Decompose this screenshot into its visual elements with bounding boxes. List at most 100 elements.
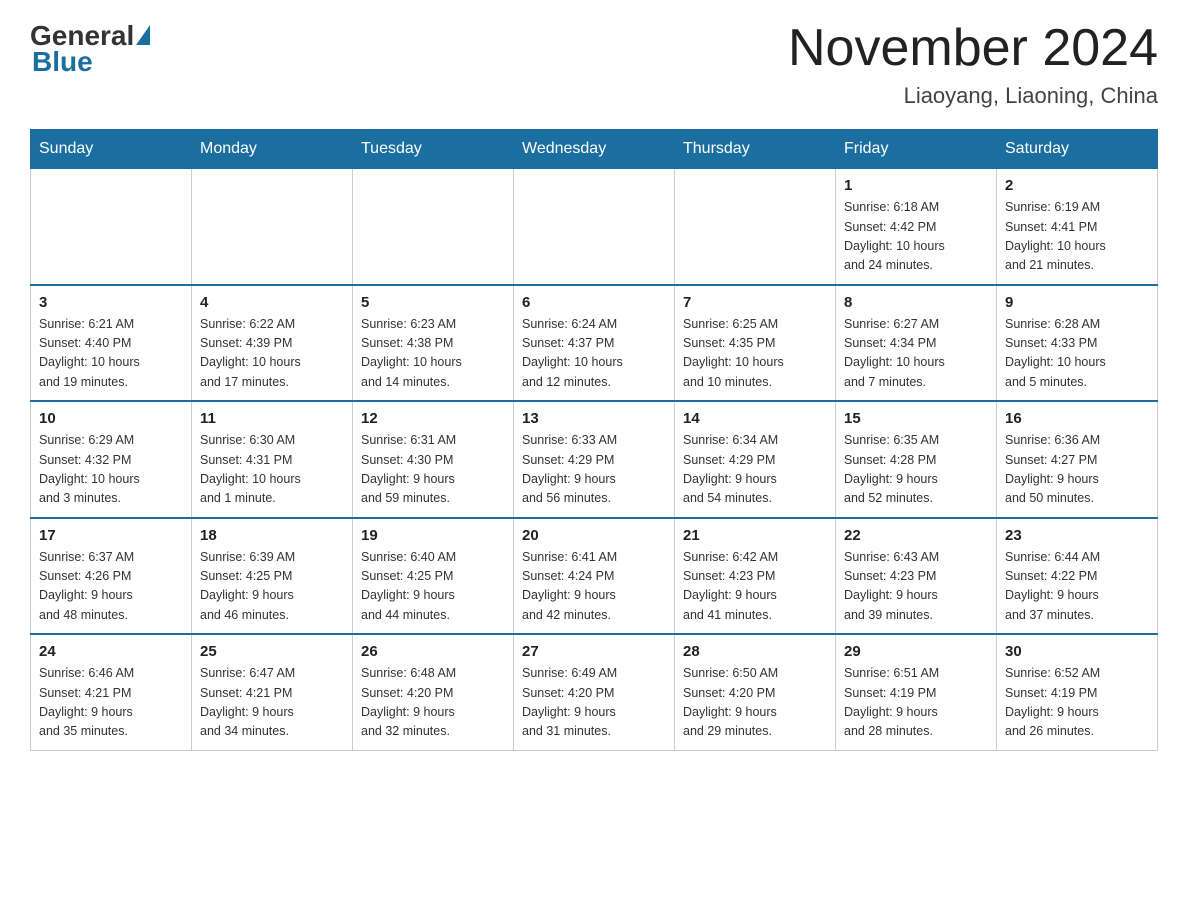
day-number: 13 bbox=[522, 410, 666, 427]
day-number: 20 bbox=[522, 527, 666, 544]
page-header: General Blue November 2024 Liaoyang, Lia… bbox=[30, 20, 1158, 109]
calendar-week-row: 1 Sunrise: 6:18 AMSunset: 4:42 PMDaylight… bbox=[31, 169, 1158, 285]
calendar-cell: 9 Sunrise: 6:28 AMSunset: 4:33 PMDaylight… bbox=[997, 285, 1158, 402]
calendar-cell: 5 Sunrise: 6:23 AMSunset: 4:38 PMDaylight… bbox=[353, 285, 514, 402]
day-info: Sunrise: 6:40 AMSunset: 4:25 PMDaylight:… bbox=[361, 548, 505, 626]
calendar-cell: 2 Sunrise: 6:19 AMSunset: 4:41 PMDaylight… bbox=[997, 169, 1158, 285]
day-info: Sunrise: 6:52 AMSunset: 4:19 PMDaylight:… bbox=[1005, 664, 1149, 742]
calendar-cell: 15 Sunrise: 6:35 AMSunset: 4:28 PMDayligh… bbox=[836, 401, 997, 518]
day-info: Sunrise: 6:30 AMSunset: 4:31 PMDaylight:… bbox=[200, 431, 344, 509]
calendar-cell: 1 Sunrise: 6:18 AMSunset: 4:42 PMDaylight… bbox=[836, 169, 997, 285]
day-info: Sunrise: 6:21 AMSunset: 4:40 PMDaylight:… bbox=[39, 315, 183, 393]
calendar-cell: 16Sunrise: 6:36 AMSunset: 4:27 PMDayligh… bbox=[997, 401, 1158, 518]
calendar-cell bbox=[31, 169, 192, 285]
day-number: 17 bbox=[39, 527, 183, 544]
calendar-cell: 30 Sunrise: 6:52 AMSunset: 4:19 PMDayligh… bbox=[997, 634, 1158, 750]
calendar-cell: 20 Sunrise: 6:41 AMSunset: 4:24 PMDayligh… bbox=[514, 518, 675, 635]
day-info: Sunrise: 6:19 AMSunset: 4:41 PMDaylight:… bbox=[1005, 198, 1149, 276]
day-info: Sunrise: 6:48 AMSunset: 4:20 PMDaylight:… bbox=[361, 664, 505, 742]
day-number: 30 bbox=[1005, 643, 1149, 660]
day-info: Sunrise: 6:51 AMSunset: 4:19 PMDaylight:… bbox=[844, 664, 988, 742]
calendar-cell: 13 Sunrise: 6:33 AMSunset: 4:29 PMDayligh… bbox=[514, 401, 675, 518]
calendar-cell: 21 Sunrise: 6:42 AMSunset: 4:23 PMDayligh… bbox=[675, 518, 836, 635]
calendar-week-row: 24Sunrise: 6:46 AMSunset: 4:21 PMDayligh… bbox=[31, 634, 1158, 750]
day-number: 27 bbox=[522, 643, 666, 660]
day-info: Sunrise: 6:25 AMSunset: 4:35 PMDaylight:… bbox=[683, 315, 827, 393]
calendar-cell: 8 Sunrise: 6:27 AMSunset: 4:34 PMDaylight… bbox=[836, 285, 997, 402]
calendar-cell: 18 Sunrise: 6:39 AMSunset: 4:25 PMDayligh… bbox=[192, 518, 353, 635]
day-info: Sunrise: 6:28 AMSunset: 4:33 PMDaylight:… bbox=[1005, 315, 1149, 393]
day-number: 9 bbox=[1005, 294, 1149, 311]
day-info: Sunrise: 6:24 AMSunset: 4:37 PMDaylight:… bbox=[522, 315, 666, 393]
day-info: Sunrise: 6:49 AMSunset: 4:20 PMDaylight:… bbox=[522, 664, 666, 742]
day-number: 19 bbox=[361, 527, 505, 544]
day-info: Sunrise: 6:22 AMSunset: 4:39 PMDaylight:… bbox=[200, 315, 344, 393]
calendar-cell: 11 Sunrise: 6:30 AMSunset: 4:31 PMDayligh… bbox=[192, 401, 353, 518]
day-info: Sunrise: 6:47 AMSunset: 4:21 PMDaylight:… bbox=[200, 664, 344, 742]
subtitle: Liaoyang, Liaoning, China bbox=[788, 83, 1158, 109]
weekday-header-wednesday: Wednesday bbox=[514, 130, 675, 169]
weekday-header-friday: Friday bbox=[836, 130, 997, 169]
day-number: 23 bbox=[1005, 527, 1149, 544]
main-title: November 2024 bbox=[788, 20, 1158, 77]
calendar-cell: 12 Sunrise: 6:31 AMSunset: 4:30 PMDayligh… bbox=[353, 401, 514, 518]
calendar-cell bbox=[514, 169, 675, 285]
day-info: Sunrise: 6:18 AMSunset: 4:42 PMDaylight:… bbox=[844, 198, 988, 276]
day-number: 10 bbox=[39, 410, 183, 427]
day-number: 29 bbox=[844, 643, 988, 660]
weekday-header-saturday: Saturday bbox=[997, 130, 1158, 169]
calendar-cell: 27 Sunrise: 6:49 AMSunset: 4:20 PMDayligh… bbox=[514, 634, 675, 750]
calendar-cell: 6 Sunrise: 6:24 AMSunset: 4:37 PMDaylight… bbox=[514, 285, 675, 402]
day-number: 14 bbox=[683, 410, 827, 427]
day-info: Sunrise: 6:35 AMSunset: 4:28 PMDaylight:… bbox=[844, 431, 988, 509]
day-info: Sunrise: 6:27 AMSunset: 4:34 PMDaylight:… bbox=[844, 315, 988, 393]
calendar-cell: 28 Sunrise: 6:50 AMSunset: 4:20 PMDayligh… bbox=[675, 634, 836, 750]
day-number: 7 bbox=[683, 294, 827, 311]
calendar-cell: 25 Sunrise: 6:47 AMSunset: 4:21 PMDayligh… bbox=[192, 634, 353, 750]
day-number: 4 bbox=[200, 294, 344, 311]
day-number: 12 bbox=[361, 410, 505, 427]
day-number: 3 bbox=[39, 294, 183, 311]
day-info: Sunrise: 6:37 AMSunset: 4:26 PMDaylight:… bbox=[39, 548, 183, 626]
day-number: 26 bbox=[361, 643, 505, 660]
day-number: 24 bbox=[39, 643, 183, 660]
day-info: Sunrise: 6:23 AMSunset: 4:38 PMDaylight:… bbox=[361, 315, 505, 393]
calendar-cell bbox=[675, 169, 836, 285]
day-number: 18 bbox=[200, 527, 344, 544]
calendar-cell: 24Sunrise: 6:46 AMSunset: 4:21 PMDayligh… bbox=[31, 634, 192, 750]
day-info: Sunrise: 6:50 AMSunset: 4:20 PMDaylight:… bbox=[683, 664, 827, 742]
weekday-header-sunday: Sunday bbox=[31, 130, 192, 169]
day-info: Sunrise: 6:41 AMSunset: 4:24 PMDaylight:… bbox=[522, 548, 666, 626]
day-number: 8 bbox=[844, 294, 988, 311]
day-number: 16 bbox=[1005, 410, 1149, 427]
day-info: Sunrise: 6:31 AMSunset: 4:30 PMDaylight:… bbox=[361, 431, 505, 509]
day-number: 11 bbox=[200, 410, 344, 427]
day-number: 2 bbox=[1005, 177, 1149, 194]
day-info: Sunrise: 6:29 AMSunset: 4:32 PMDaylight:… bbox=[39, 431, 183, 509]
day-info: Sunrise: 6:39 AMSunset: 4:25 PMDaylight:… bbox=[200, 548, 344, 626]
logo: General Blue bbox=[30, 20, 150, 78]
calendar-cell: 23Sunrise: 6:44 AMSunset: 4:22 PMDayligh… bbox=[997, 518, 1158, 635]
day-info: Sunrise: 6:42 AMSunset: 4:23 PMDaylight:… bbox=[683, 548, 827, 626]
day-info: Sunrise: 6:33 AMSunset: 4:29 PMDaylight:… bbox=[522, 431, 666, 509]
calendar-cell: 4 Sunrise: 6:22 AMSunset: 4:39 PMDaylight… bbox=[192, 285, 353, 402]
weekday-header-monday: Monday bbox=[192, 130, 353, 169]
day-number: 15 bbox=[844, 410, 988, 427]
day-number: 22 bbox=[844, 527, 988, 544]
calendar-cell: 3 Sunrise: 6:21 AMSunset: 4:40 PMDaylight… bbox=[31, 285, 192, 402]
calendar-cell: 17 Sunrise: 6:37 AMSunset: 4:26 PMDayligh… bbox=[31, 518, 192, 635]
calendar-week-row: 17 Sunrise: 6:37 AMSunset: 4:26 PMDayligh… bbox=[31, 518, 1158, 635]
calendar-table: SundayMondayTuesdayWednesdayThursdayFrid… bbox=[30, 129, 1158, 751]
day-number: 25 bbox=[200, 643, 344, 660]
day-number: 21 bbox=[683, 527, 827, 544]
weekday-header-thursday: Thursday bbox=[675, 130, 836, 169]
weekday-header-row: SundayMondayTuesdayWednesdayThursdayFrid… bbox=[31, 130, 1158, 169]
logo-triangle-icon bbox=[136, 25, 150, 45]
day-number: 1 bbox=[844, 177, 988, 194]
day-number: 6 bbox=[522, 294, 666, 311]
day-number: 5 bbox=[361, 294, 505, 311]
day-info: Sunrise: 6:34 AMSunset: 4:29 PMDaylight:… bbox=[683, 431, 827, 509]
title-block: November 2024 Liaoyang, Liaoning, China bbox=[788, 20, 1158, 109]
day-number: 28 bbox=[683, 643, 827, 660]
calendar-week-row: 10 Sunrise: 6:29 AMSunset: 4:32 PMDayligh… bbox=[31, 401, 1158, 518]
